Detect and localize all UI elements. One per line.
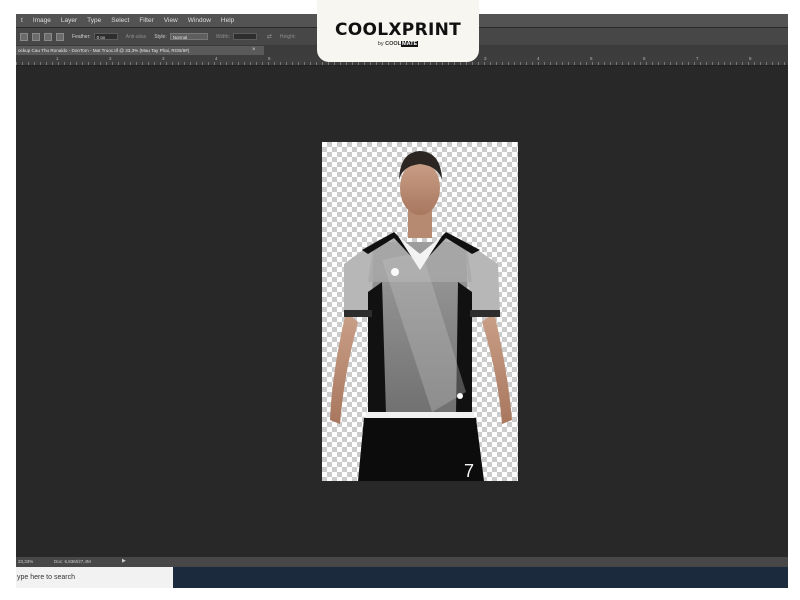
menu-layer[interactable]: Layer xyxy=(56,17,82,24)
width-input[interactable] xyxy=(232,33,257,40)
status-bar: 33,33% Doc: 6,83M/27,4M ▶ xyxy=(16,557,788,567)
feather-input[interactable]: 0 px xyxy=(93,33,118,40)
zoom-level[interactable]: 33,33% xyxy=(18,559,33,564)
feather-label: Feather: xyxy=(72,33,91,40)
coolxprint-logo: COOLXPRINT by COOLMATE xyxy=(317,0,479,62)
ruler-number: 3 xyxy=(484,56,487,61)
status-menu-icon[interactable]: ▶ xyxy=(122,558,126,564)
document-canvas[interactable]: 7 xyxy=(322,142,518,481)
jersey-logo xyxy=(391,268,399,276)
player-mockup-image: 7 xyxy=(330,151,512,481)
menu-image[interactable]: Image xyxy=(28,17,56,24)
menu-view[interactable]: View xyxy=(159,17,183,24)
add-selection-icon[interactable] xyxy=(32,32,40,41)
ruler-number: 6 xyxy=(643,56,646,61)
subtract-selection-icon[interactable] xyxy=(44,32,52,41)
width-label: Width: xyxy=(215,33,230,40)
tab-close-icon[interactable]: × xyxy=(252,46,256,55)
document-size: Doc: 6,83M/27,4M xyxy=(54,559,91,564)
logo-wordmark: COOLXPRINT xyxy=(334,20,462,40)
head xyxy=(400,161,440,215)
swap-icon[interactable]: ⇄ xyxy=(267,33,272,40)
ruler-number: 2 xyxy=(109,56,112,61)
taskbar-search-input[interactable]: ype here to search xyxy=(16,567,173,588)
style-select[interactable]: Normal xyxy=(169,33,208,40)
menu-type[interactable]: Type xyxy=(82,17,106,24)
left-arm xyxy=(330,312,358,424)
menu-help[interactable]: Help xyxy=(216,17,239,24)
antialias-checkbox[interactable]: Anti-alias xyxy=(126,34,147,40)
intersect-selection-icon[interactable] xyxy=(56,32,64,41)
menu-filter[interactable]: Filter xyxy=(134,17,158,24)
ruler-number: 8 xyxy=(749,56,752,61)
ruler-number: 5 xyxy=(268,56,271,61)
document-tab-title: ockup Cau Thu Ronaldo - DonTom - Mat Tru… xyxy=(18,48,190,53)
menu-select[interactable]: Select xyxy=(106,17,134,24)
ruler-number: 3 xyxy=(162,56,165,61)
jersey-number: 7 xyxy=(464,461,474,481)
right-arm xyxy=(482,312,512,424)
new-selection-icon[interactable] xyxy=(20,32,28,41)
menu-window[interactable]: Window xyxy=(183,17,216,24)
photoshop-window: t Image Layer Type Select Filter View Wi… xyxy=(16,14,788,588)
ruler-number: 1 xyxy=(56,56,59,61)
document-tab[interactable]: ockup Cau Thu Ronaldo - DonTom - Mat Tru… xyxy=(16,46,264,55)
menu-file[interactable]: t xyxy=(16,17,28,24)
ruler-number: 5 xyxy=(590,56,593,61)
ruler-number: 7 xyxy=(696,56,699,61)
style-label: Style: xyxy=(154,33,167,40)
height-label: Height: xyxy=(279,33,296,40)
logo-byline: by COOLMATE xyxy=(377,41,419,47)
ruler-number: 4 xyxy=(537,56,540,61)
windows-taskbar: ype here to search xyxy=(16,567,788,588)
ruler-number: 4 xyxy=(215,56,218,61)
